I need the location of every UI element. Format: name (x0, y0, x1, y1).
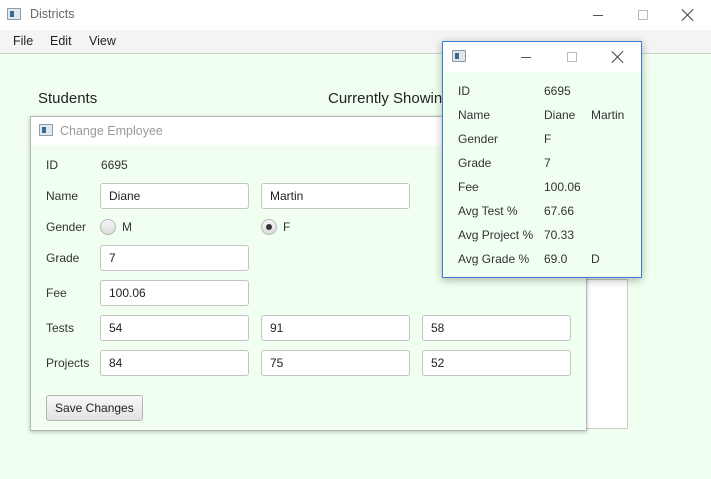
project-1-field[interactable] (100, 350, 249, 376)
details-close-button[interactable] (595, 42, 641, 72)
fee-field[interactable] (100, 280, 249, 306)
project-3-field[interactable] (422, 350, 571, 376)
dialog-app-icon (39, 124, 53, 136)
details-last-name: Martin (591, 108, 625, 122)
first-name-field[interactable] (100, 183, 249, 209)
save-changes-button[interactable]: Save Changes (46, 395, 143, 421)
gender-m-radio[interactable] (100, 219, 116, 235)
details-grade-label: Grade (458, 156, 492, 170)
minimize-button[interactable] (575, 0, 621, 30)
id-label: ID (46, 158, 58, 172)
test-1-field[interactable] (100, 315, 249, 341)
details-avg-grade-label: Avg Grade % (458, 252, 530, 266)
details-fee-value: 100.06 (544, 180, 581, 194)
details-avg-test-label: Avg Test % (458, 204, 518, 218)
maximize-icon (638, 10, 648, 20)
app-icon (7, 8, 21, 20)
details-letter-grade: D (591, 252, 600, 266)
details-avg-test-value: 67.66 (544, 204, 575, 218)
details-gender-label: Gender (458, 132, 499, 146)
test-2-field[interactable] (261, 315, 410, 341)
students-heading: Students (38, 90, 98, 107)
close-button[interactable] (665, 0, 711, 30)
maximize-button[interactable] (620, 0, 666, 30)
close-icon (612, 51, 624, 63)
window-title: Districts (30, 7, 75, 21)
details-gender-value: F (544, 132, 552, 146)
projects-label: Projects (46, 356, 90, 370)
menu-view[interactable]: View (89, 34, 116, 48)
gender-f-radio[interactable] (261, 219, 277, 235)
details-app-icon (452, 50, 466, 62)
details-first-name: Diane (544, 108, 576, 122)
details-avg-grade-value: 69.0 (544, 252, 568, 266)
details-id-label: ID (458, 84, 470, 98)
dialog-title: Change Employee (60, 124, 163, 138)
test-3-field[interactable] (422, 315, 571, 341)
student-details-window: ID 6695 Name Diane Martin Gender F Grade… (442, 41, 642, 278)
details-titlebar[interactable] (443, 42, 641, 72)
details-avg-project-label: Avg Project % (458, 228, 534, 242)
menu-file[interactable]: File (13, 34, 33, 48)
grade-field[interactable] (100, 245, 249, 271)
details-name-label: Name (458, 108, 491, 122)
grade-label: Grade (46, 251, 80, 265)
menu-edit[interactable]: Edit (50, 34, 72, 48)
details-id-value: 6695 (544, 84, 571, 98)
currently-showing-heading: Currently Showing (328, 90, 451, 107)
tests-label: Tests (46, 321, 75, 335)
details-minimize-button[interactable] (503, 42, 549, 72)
details-avg-project-value: 70.33 (544, 228, 575, 242)
gender-label: Gender (46, 220, 87, 234)
details-fee-label: Fee (458, 180, 479, 194)
maximize-icon (567, 52, 577, 62)
close-icon (682, 9, 694, 21)
name-label: Name (46, 189, 79, 203)
last-name-field[interactable] (261, 183, 410, 209)
project-2-field[interactable] (261, 350, 410, 376)
minimize-icon (593, 14, 603, 16)
details-maximize-button[interactable] (549, 42, 595, 72)
minimize-icon (521, 56, 531, 58)
details-list-panel[interactable] (583, 279, 628, 429)
main-titlebar[interactable]: Districts (0, 0, 711, 30)
fee-label: Fee (46, 286, 67, 300)
gender-m-label: M (122, 220, 132, 234)
gender-f-label: F (283, 220, 291, 234)
details-grade-value: 7 (544, 156, 551, 170)
id-value: 6695 (101, 158, 128, 172)
